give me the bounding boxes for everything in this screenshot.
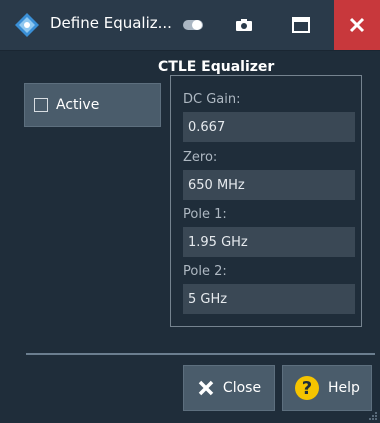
pole1-field[interactable]: 1.95 GHz: [183, 227, 355, 257]
maximize-icon: [292, 17, 310, 33]
pole2-field[interactable]: 5 GHz: [183, 284, 355, 314]
close-button[interactable]: Close: [183, 365, 275, 411]
dc-gain-field[interactable]: 0.667: [183, 112, 355, 142]
close-window-button[interactable]: [334, 0, 380, 50]
maximize-button[interactable]: [286, 10, 316, 40]
pole2-label: Pole 2:: [183, 264, 227, 279]
window-title: Define Equaliz...: [50, 14, 172, 32]
screenshot-button[interactable]: [229, 10, 259, 40]
toggle-icon: [183, 20, 203, 30]
close-icon: [349, 17, 365, 33]
help-button[interactable]: ? Help: [282, 365, 372, 411]
pole1-label: Pole 1:: [183, 207, 227, 222]
help-button-label: Help: [328, 380, 360, 396]
dialog-content: Active CTLE Equalizer DC Gain: 0.667 Zer…: [10, 55, 375, 415]
active-checkbox[interactable]: [34, 98, 48, 112]
title-bar[interactable]: Define Equaliz...: [0, 0, 380, 51]
active-label: Active: [56, 97, 100, 113]
equalizer-dialog: Define Equaliz... Active CTLE Equalizer …: [0, 0, 380, 423]
zero-field[interactable]: 650 MHz: [183, 170, 355, 200]
svg-text:?: ?: [302, 378, 312, 399]
app-logo-icon: [15, 13, 39, 37]
close-button-label: Close: [222, 380, 262, 396]
dc-gain-label: DC Gain:: [183, 92, 241, 107]
resize-grip-icon[interactable]: [368, 411, 378, 421]
toggle-button[interactable]: [178, 10, 208, 40]
group-title: CTLE Equalizer: [158, 59, 275, 75]
zero-label: Zero:: [183, 150, 218, 165]
close-x-icon: [198, 380, 214, 396]
camera-icon: [236, 19, 252, 31]
help-icon: ?: [295, 376, 320, 400]
ctle-equalizer-group: DC Gain: 0.667 Zero: 650 MHz Pole 1: 1.9…: [170, 75, 362, 327]
divider: [26, 353, 375, 355]
active-toggle[interactable]: Active: [24, 83, 161, 127]
